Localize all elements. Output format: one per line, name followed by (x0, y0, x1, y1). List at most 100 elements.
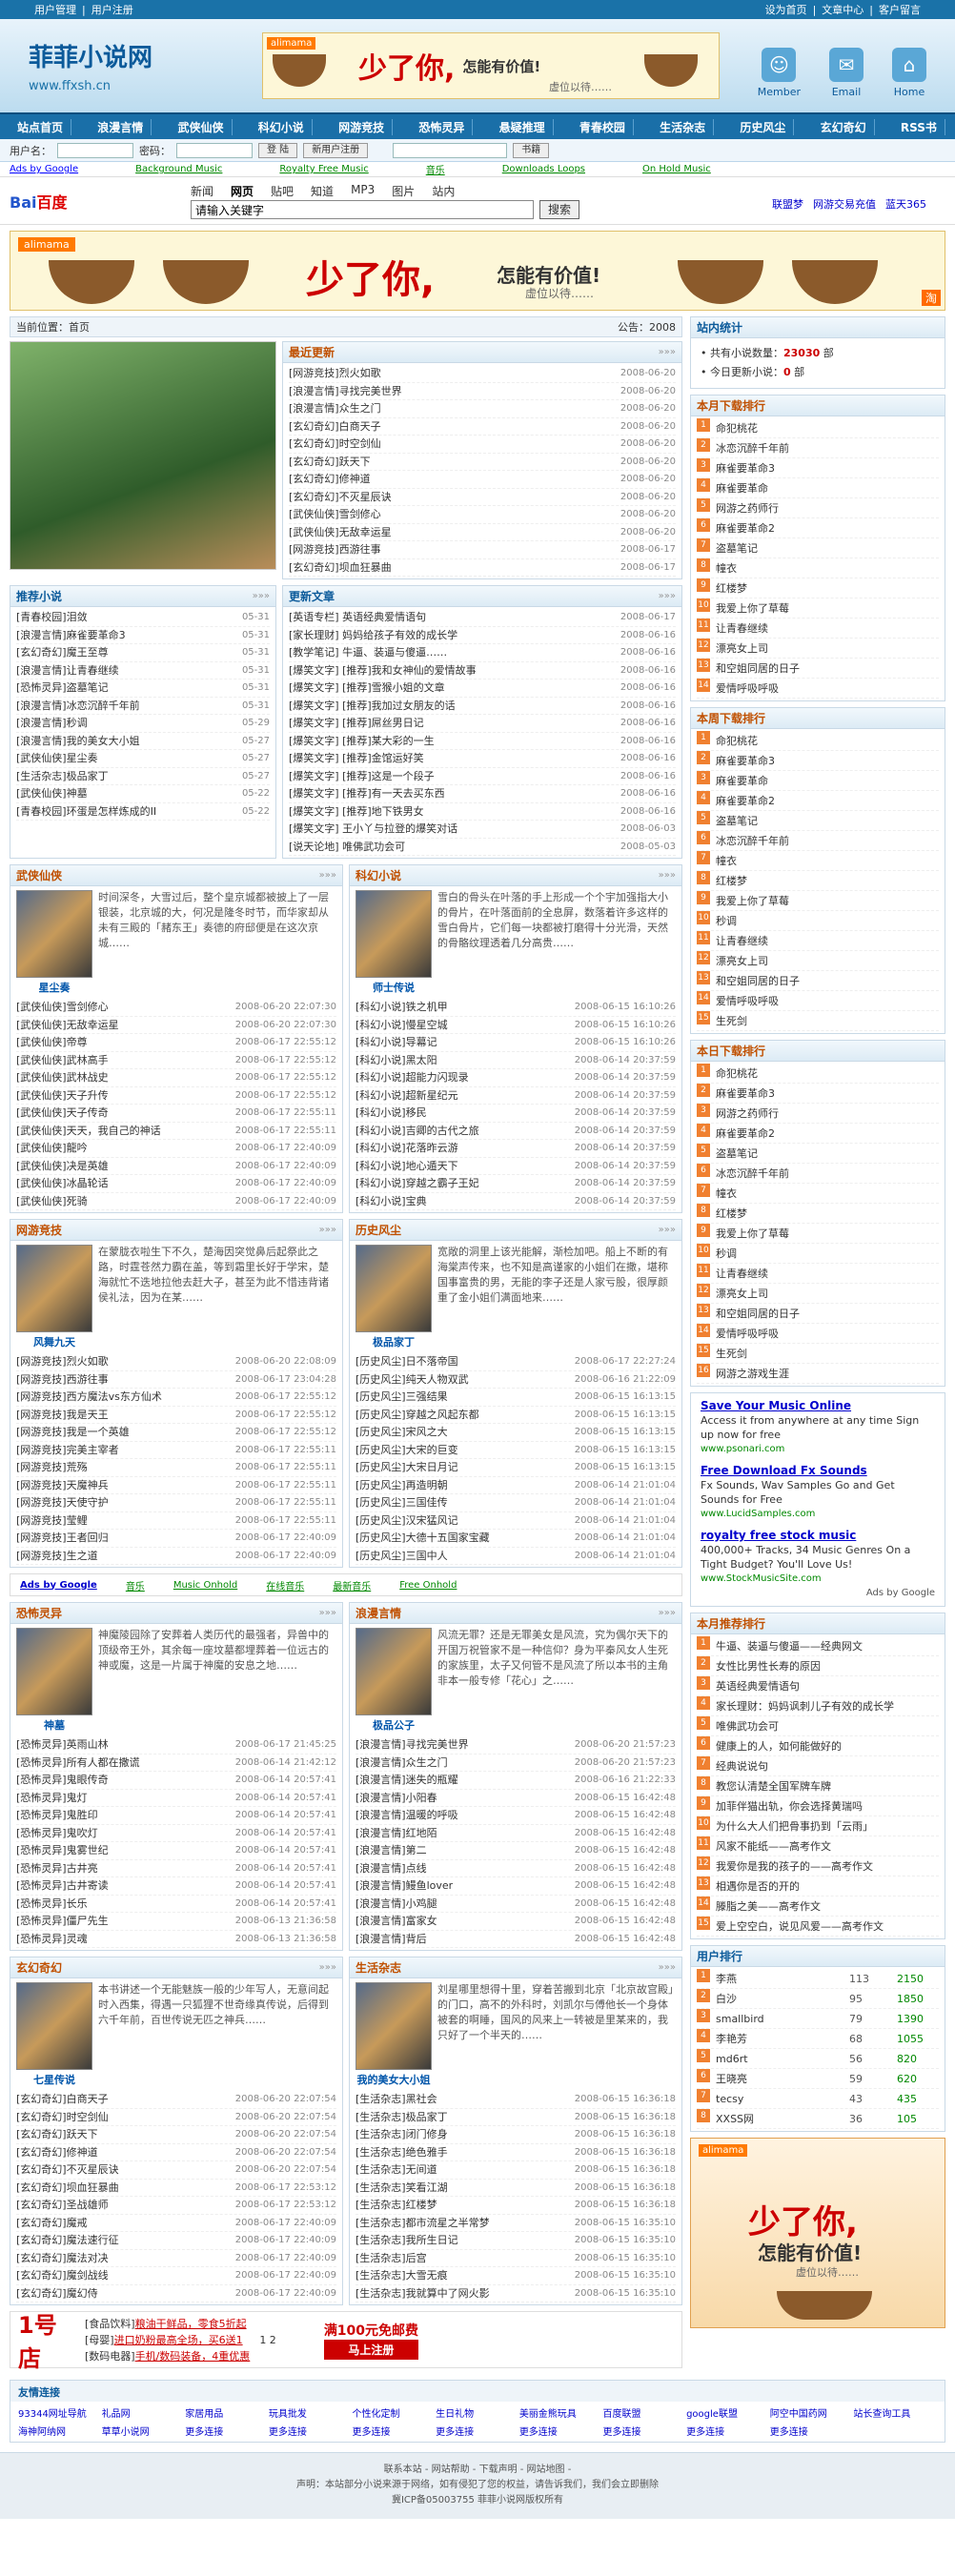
item-title[interactable]: [网游竞技]生之道 (16, 1548, 98, 1565)
list-item[interactable]: 13 和空姐同居的日子 (697, 659, 939, 679)
item-title[interactable]: [恐怖灵异]古井亮 (16, 1860, 98, 1877)
list-item[interactable]: 11 让青春继续 (697, 1264, 939, 1284)
list-item[interactable]: [武侠仙侠]星尘奏 05-27 (16, 750, 270, 768)
list-item[interactable]: 8 XXSS网 36 105 (697, 2109, 939, 2129)
list-item[interactable]: [科幻小说]超新星纪元 2008-06-14 20:37:59 (356, 1087, 676, 1105)
list-item[interactable]: 2 麻雀要革命3 (697, 751, 939, 771)
item-title[interactable]: [武侠仙侠]雪剑修心 (16, 999, 109, 1016)
list-item[interactable]: [历史风尘]三国佳传 2008-06-14 21:01:04 (356, 1494, 676, 1512)
list-item[interactable]: [爆笑文字] [推荐]我加过女朋友的话 2008-06-16 (289, 698, 676, 715)
item-title[interactable]: [网游竞技]莹鲤 (16, 1512, 88, 1530)
list-item[interactable]: 12 漂亮女上司 (697, 1284, 939, 1304)
item-title[interactable]: [生活杂志]笑看江湖 (356, 2180, 448, 2197)
item-title[interactable]: [科幻小说]花落昨云游 (356, 1140, 458, 1157)
item-title[interactable]: [武侠仙侠]龍吟 (16, 1140, 88, 1157)
list-item[interactable]: 5 md6rt 56 820 (697, 2049, 939, 2069)
list-item[interactable]: [生活杂志]闭门修身 2008-06-15 16:36:18 (356, 2126, 676, 2144)
list-item[interactable]: [浪漫言情]让青春继续 05-31 (16, 662, 270, 679)
item-title[interactable]: [爆笑文字] 王小丫与拉登的爆笑对话 (289, 821, 457, 838)
site-search-input[interactable] (393, 142, 508, 158)
item-title[interactable]: [浪漫言情]点线 (356, 1860, 427, 1877)
item-title[interactable]: 爱情呼吸呼吸 (716, 679, 939, 698)
register-now-button[interactable]: 马上注册 (323, 2339, 419, 2360)
list-item[interactable]: [网游竞技]完美主宰者 2008-06-17 22:55:11 (16, 1442, 336, 1459)
item-title[interactable]: [浪漫言情]背后 (356, 1931, 427, 1948)
item-title[interactable]: 麻雀要革命3 (716, 751, 939, 770)
ad-link[interactable]: On Hold Music (642, 164, 711, 174)
item-title[interactable]: [浪漫言情]红地陌 (356, 1825, 437, 1842)
item-title[interactable]: [恐怖灵异]鬼胜印 (16, 1807, 98, 1824)
baidu-tab[interactable]: MP3 (351, 183, 375, 199)
item-title[interactable]: [历史风尘]大宋的巨变 (356, 1442, 458, 1459)
nav-item[interactable]: 生活杂志 (652, 118, 715, 135)
list-item[interactable]: 7 tecsy 43 435 (697, 2089, 939, 2109)
list-item[interactable]: [浪漫言情]第二 2008-06-15 16:42:48 (356, 1842, 676, 1860)
list-item[interactable]: 6 王晓亮 59 620 (697, 2069, 939, 2089)
ads-by-google[interactable]: Ads by Google (10, 164, 78, 174)
nav-item[interactable]: 历史风尘 (732, 118, 795, 135)
list-item[interactable]: 14 爱情呼吸呼吸 (697, 679, 939, 699)
item-title[interactable]: [玄幻奇幻]修神道 (289, 471, 371, 488)
user-name[interactable]: 王晓亮 (716, 2069, 849, 2088)
friend-link[interactable]: google联盟 (686, 2405, 770, 2420)
list-item[interactable]: [爆笑文字] [推荐]地下铁男女 2008-06-16 (289, 803, 676, 821)
book-cover[interactable] (16, 890, 92, 978)
list-item[interactable]: [恐怖灵异]古井亮 2008-06-14 20:57:41 (16, 1860, 336, 1877)
list-item[interactable]: 9 加菲伴猫出轨，你会选择黄瑞吗 (697, 1796, 939, 1816)
item-title[interactable]: [生活杂志]我所生日记 (356, 2232, 458, 2249)
item-title[interactable]: [青春校园]环蛋是怎样炼成的II (16, 803, 156, 821)
item-title[interactable]: [武侠仙侠]天子升传 (16, 1087, 109, 1105)
book-title[interactable]: 师士传说 (356, 980, 432, 995)
list-item[interactable]: [玄幻奇幻]时空剑仙 2008-06-20 22:07:54 (16, 2109, 336, 2126)
item-title[interactable]: [武侠仙侠]帝尊 (16, 1034, 88, 1051)
item-title[interactable]: [网游竞技]我是天王 (16, 1407, 109, 1424)
baidu-logo[interactable]: Bai百度 (10, 190, 95, 213)
item-title[interactable]: 和空姐同居的日子 (716, 971, 939, 990)
item-title[interactable]: [恐怖灵异]盗墓笔记 (16, 679, 109, 697)
list-item[interactable]: 7 经典说说句 (697, 1756, 939, 1776)
list-item[interactable]: [玄幻奇幻]魔法对决 2008-06-17 22:40:09 (16, 2250, 336, 2267)
friend-link[interactable]: 更多连接 (185, 2424, 269, 2438)
footer-links[interactable]: 联系本站 - 网站帮助 - 下载声明 - 网站地图 - (0, 2463, 955, 2478)
friend-link[interactable]: 玩具批发 (269, 2405, 353, 2420)
friend-link[interactable]: 更多连接 (353, 2424, 437, 2438)
friend-link[interactable]: 百度联盟 (602, 2405, 686, 2420)
list-item[interactable]: 14 爱情呼吸呼吸 (697, 991, 939, 1011)
user-register-link[interactable]: 用户注册 (91, 4, 133, 16)
user-name[interactable]: XXSS网 (716, 2109, 849, 2128)
list-item[interactable]: [浪漫言情]秒调 05-29 (16, 715, 270, 733)
item-title[interactable]: [浪漫言情]小鸡腿 (356, 1896, 437, 1913)
item-title[interactable]: 冰恋沉醉千年前 (716, 438, 939, 457)
item-title[interactable]: [科幻小说]穿越之霸子王妃 (356, 1175, 479, 1192)
item-title[interactable]: [浪漫言情]小阳春 (356, 1790, 437, 1807)
item-title[interactable]: [玄幻奇幻]魔法对决 (16, 2250, 109, 2267)
item-title[interactable]: 和空姐同居的日子 (716, 1304, 939, 1323)
list-item[interactable]: [恐怖灵异]长乐 2008-06-14 20:57:41 (16, 1896, 336, 1913)
list-item[interactable]: [恐怖灵异]所有人都在撒谎 2008-06-14 21:42:12 (16, 1755, 336, 1772)
item-title[interactable]: [恐怖灵异]所有人都在撒谎 (16, 1755, 140, 1772)
list-item[interactable]: [网游竞技]烈火如歌 2008-06-20 (289, 365, 676, 383)
list-item[interactable]: 6 冰恋沉醉千年前 (697, 1164, 939, 1184)
item-title[interactable]: 麻雀要革命3 (716, 1084, 939, 1103)
list-item[interactable]: [科幻小说]黑太阳 2008-06-14 20:37:59 (356, 1052, 676, 1069)
list-item[interactable]: [玄幻奇幻]魔幻侍 2008-06-17 22:40:09 (16, 2285, 336, 2302)
list-item[interactable]: 3 smallbird 79 1390 (697, 2009, 939, 2029)
item-title[interactable]: [生活杂志]闭门修身 (356, 2126, 448, 2143)
item-title[interactable]: [浪漫言情]秒调 (16, 715, 88, 732)
more-link[interactable]: »»» (319, 870, 336, 881)
more-link[interactable]: »»» (659, 591, 676, 601)
list-item[interactable]: [教学笔记] 牛逼、装逼与傻逼…… 2008-06-16 (289, 644, 676, 662)
item-title[interactable]: 牛逼、装逼与傻逼——经典网文 (716, 1636, 939, 1655)
more-link[interactable]: »»» (253, 591, 270, 601)
list-item[interactable]: [生活杂志]极品家丁 05-27 (16, 768, 270, 785)
list-item[interactable]: [网游竞技]我是天王 2008-06-17 22:55:12 (16, 1407, 336, 1424)
item-title[interactable]: [历史风尘]大宋日月记 (356, 1459, 458, 1476)
list-item[interactable]: [玄幻奇幻]修神道 2008-06-20 22:07:54 (16, 2144, 336, 2161)
site-logo[interactable]: 菲菲小说网 www.ffxsh.cn (29, 38, 219, 93)
book-title[interactable]: 风舞九天 (16, 1334, 92, 1349)
item-title[interactable]: [科幻小说]黑太阳 (356, 1052, 437, 1069)
list-item[interactable]: [浪漫言情]鳗鱼lover 2008-06-15 16:42:48 (356, 1877, 676, 1896)
list-item[interactable]: [玄幻奇幻]不灭星辰诀 2008-06-20 22:07:54 (16, 2161, 336, 2180)
item-title[interactable]: [网游竞技]西方魔法vs东方仙术 (16, 1389, 162, 1406)
list-item[interactable]: 8 教您认清楚全国军牌车牌 (697, 1776, 939, 1796)
